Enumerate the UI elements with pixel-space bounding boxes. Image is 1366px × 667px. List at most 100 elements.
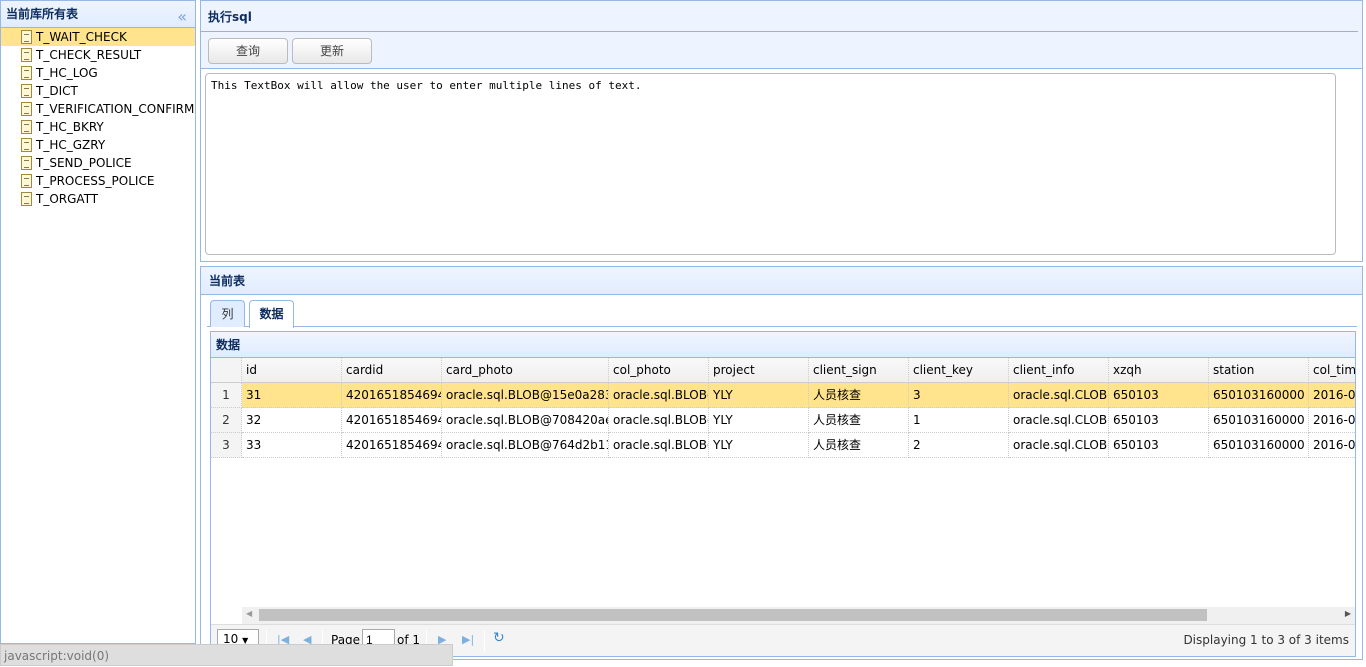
- table-cell[interactable]: oracle.sql.BLOB@: [609, 433, 709, 458]
- scroll-left-icon[interactable]: ◀: [246, 609, 252, 618]
- table-cell[interactable]: 3: [909, 383, 1009, 408]
- row-number: 3: [211, 433, 242, 458]
- column-header[interactable]: cardid: [342, 358, 442, 383]
- table-cell[interactable]: 650103: [1109, 433, 1209, 458]
- file-icon: [21, 174, 32, 188]
- table-cell[interactable]: 650103: [1109, 383, 1209, 408]
- table-cell[interactable]: 650103160000: [1209, 383, 1309, 408]
- table-cell[interactable]: 31: [242, 383, 342, 408]
- table-cell[interactable]: 650103160000: [1209, 433, 1309, 458]
- pager-display: Displaying 1 to 3 of 3 items: [1183, 633, 1349, 647]
- table-cell[interactable]: 人员核查: [809, 408, 909, 433]
- tree-item[interactable]: T_ORGATT: [1, 190, 195, 208]
- table-cell[interactable]: 2016-06: [1309, 383, 1355, 408]
- tree-item-label: T_WAIT_CHECK: [36, 30, 127, 44]
- collapse-icon[interactable]: «: [177, 3, 187, 30]
- table-cell[interactable]: YLY: [709, 408, 809, 433]
- table-cell[interactable]: oracle.sql.BLOB@: [609, 383, 709, 408]
- table-cell[interactable]: 33: [242, 433, 342, 458]
- tree-item-label: T_HC_GZRY: [36, 138, 106, 152]
- current-table-title: 当前表: [201, 267, 1362, 295]
- tree-item-label: T_ORGATT: [36, 192, 99, 206]
- table-cell[interactable]: oracle.sql.CLOB@: [1009, 408, 1109, 433]
- tree-item[interactable]: T_HC_BKRY: [1, 118, 195, 136]
- grid-title: 数据: [211, 332, 1355, 358]
- file-icon: [21, 120, 32, 134]
- tree-item[interactable]: T_WAIT_CHECK: [1, 28, 195, 46]
- refresh-icon[interactable]: ↻: [493, 630, 505, 646]
- table-cell[interactable]: 1: [909, 408, 1009, 433]
- tree-item[interactable]: T_DICT: [1, 82, 195, 100]
- row-number: 2: [211, 408, 242, 433]
- table-cell[interactable]: 2016-06: [1309, 433, 1355, 458]
- table-cell[interactable]: oracle.sql.CLOB@: [1009, 433, 1109, 458]
- table-cell[interactable]: 650103: [1109, 408, 1209, 433]
- tree-item-label: T_DICT: [36, 84, 78, 98]
- file-icon: [21, 30, 32, 44]
- table-cell[interactable]: oracle.sql.BLOB@15e0a283: [442, 383, 609, 408]
- column-header[interactable]: col_photo: [609, 358, 709, 383]
- file-icon: [21, 102, 32, 116]
- table-cell[interactable]: 人员核查: [809, 433, 909, 458]
- table-cell[interactable]: oracle.sql.BLOB@708420ae: [442, 408, 609, 433]
- table-cell[interactable]: oracle.sql.BLOB@764d2b11: [442, 433, 609, 458]
- row-number: 1: [211, 383, 242, 408]
- last-page-icon[interactable]: ▶|: [462, 633, 474, 646]
- sql-textarea[interactable]: [205, 73, 1336, 255]
- tree-item[interactable]: T_HC_LOG: [1, 64, 195, 82]
- scrollbar-thumb[interactable]: [259, 609, 1207, 621]
- sql-title: 执行sql: [201, 1, 1358, 32]
- file-icon: [21, 48, 32, 62]
- table-cell[interactable]: oracle.sql.CLOB@: [1009, 383, 1109, 408]
- update-button[interactable]: 更新: [292, 38, 372, 64]
- sidebar-header: 当前库所有表 «: [1, 1, 195, 28]
- tree-item[interactable]: T_PROCESS_POLICE: [1, 172, 195, 190]
- tree-item-label: T_PROCESS_POLICE: [36, 174, 155, 188]
- tree-item[interactable]: T_HC_GZRY: [1, 136, 195, 154]
- table-cell[interactable]: 420165185469422: [342, 408, 442, 433]
- tree-item-label: T_CHECK_RESULT: [36, 48, 142, 62]
- sidebar: 当前库所有表 « T_WAIT_CHECK T_CHECK_RESULT T_HC_…: [0, 0, 196, 644]
- column-header[interactable]: card_photo: [442, 358, 609, 383]
- tree-item-label: T_VERIFICATION_CONFIRM: [36, 102, 195, 116]
- column-header[interactable]: client_info: [1009, 358, 1109, 383]
- tree-item[interactable]: T_SEND_POLICE: [1, 154, 195, 172]
- column-header[interactable]: client_sign: [809, 358, 909, 383]
- column-header[interactable]: id: [242, 358, 342, 383]
- tree-item-label: T_SEND_POLICE: [36, 156, 132, 170]
- table-cell[interactable]: 2: [909, 433, 1009, 458]
- horizontal-scrollbar[interactable]: ◀ ▶: [242, 607, 1355, 624]
- file-icon: [21, 84, 32, 98]
- tree-item-label: T_HC_LOG: [36, 66, 98, 80]
- tree-item[interactable]: T_CHECK_RESULT: [1, 46, 195, 64]
- table-cell[interactable]: YLY: [709, 383, 809, 408]
- tab-data[interactable]: 数据: [249, 300, 294, 328]
- column-header[interactable]: client_key: [909, 358, 1009, 383]
- tab-columns[interactable]: 列: [210, 300, 245, 327]
- column-header[interactable]: station: [1209, 358, 1309, 383]
- tree-item[interactable]: T_VERIFICATION_CONFIRM: [1, 100, 195, 118]
- table-cell[interactable]: 420165185469422: [342, 383, 442, 408]
- status-bar: javascript:void(0): [0, 644, 453, 666]
- table-tree: T_WAIT_CHECK T_CHECK_RESULT T_HC_LOG T_DICT…: [1, 28, 195, 208]
- file-icon: [21, 156, 32, 170]
- column-header[interactable]: xzqh: [1109, 358, 1209, 383]
- table-cell[interactable]: 420165185469422: [342, 433, 442, 458]
- table-cell[interactable]: 32: [242, 408, 342, 433]
- table-cell[interactable]: YLY: [709, 433, 809, 458]
- file-icon: [21, 192, 32, 206]
- table-cell[interactable]: 人员核查: [809, 383, 909, 408]
- query-button[interactable]: 查询: [208, 38, 288, 64]
- column-header[interactable]: col_tim: [1309, 358, 1355, 383]
- scroll-right-icon[interactable]: ▶: [1345, 609, 1351, 618]
- table-cell[interactable]: 2016-06: [1309, 408, 1355, 433]
- file-icon: [21, 66, 32, 80]
- tree-item-label: T_HC_BKRY: [36, 120, 104, 134]
- table-cell[interactable]: oracle.sql.BLOB@: [609, 408, 709, 433]
- sidebar-title: 当前库所有表: [6, 7, 79, 21]
- file-icon: [21, 138, 32, 152]
- row-number-header: [211, 358, 242, 383]
- status-text: javascript:void(0): [4, 649, 110, 663]
- column-header[interactable]: project: [709, 358, 809, 383]
- table-cell[interactable]: 650103160000: [1209, 408, 1309, 433]
